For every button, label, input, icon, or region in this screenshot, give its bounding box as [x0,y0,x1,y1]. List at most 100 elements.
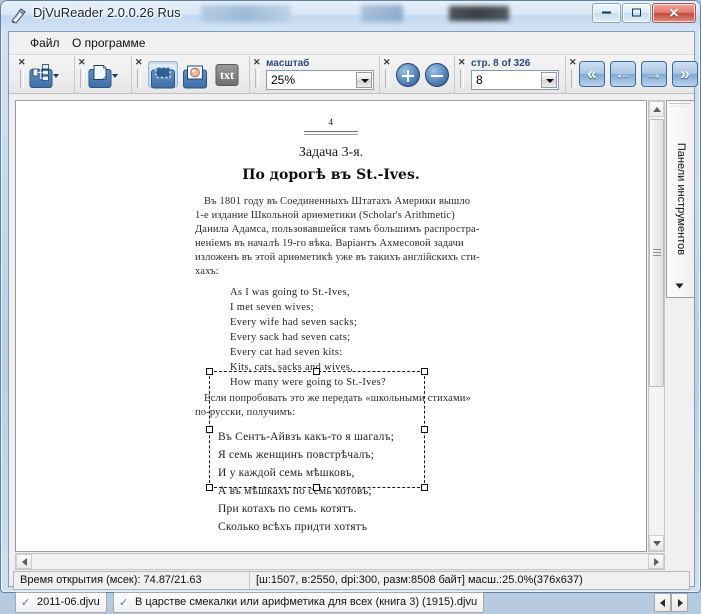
first-page-button[interactable]: « [579,61,605,87]
scroll-right-button[interactable] [648,554,664,569]
image-mode-icon [183,61,207,88]
minimize-icon [593,8,620,19]
document-page[interactable]: 4 Задача 3-я. По дорогѣ въ St.-Ives. Въ … [16,101,646,551]
selection-rectangle[interactable] [206,368,428,491]
zoom-label: масштаб [266,58,310,69]
selection-handle-nw[interactable] [206,368,213,375]
selection-handle-s[interactable] [313,484,320,491]
document-tab-label: В царстве смекалки или арифметика для вс… [135,596,478,608]
status-bar: Время открытия (мсек): 74.87/21.63 [ш:15… [13,571,690,590]
selection-handle-e[interactable] [421,425,428,433]
status-open-time: Время открытия (мсек): 74.87/21.63 [14,572,250,589]
panel-drag-handle[interactable] [669,103,691,107]
window-controls: ✕ [591,3,696,23]
document-tab[interactable]: ✓ 2011-06.djvu [15,592,107,613]
txt-label: txt [220,67,234,82]
intro-line: хахъ: [195,266,219,277]
single-page-icon [88,62,112,88]
page-folio-number: 4 [328,117,334,127]
toolbar-group-page: ✕ стр. 8 of 326 8 [455,56,566,93]
close-icon: ✕ [668,5,680,21]
selection-handle-w[interactable] [206,425,213,433]
zoom-in-button[interactable] [396,63,420,87]
menu-bar: Файл О программе [9,32,694,55]
toolbar-grip[interactable] [137,69,141,88]
next-page-button[interactable]: → [641,61,667,87]
verse-ru-line: При котахъ по семь котятъ. [218,503,357,515]
last-page-button[interactable]: » [672,61,698,87]
toolbar-group-close-icon[interactable]: ✕ [383,58,391,67]
toolbar-group-pageview: ✕ [75,56,132,93]
page-dropdown-button[interactable] [541,72,557,88]
zoom-out-button[interactable] [425,63,449,87]
document-viewport[interactable]: 4 Задача 3-я. По дорогѣ въ St.-Ives. Въ … [15,100,647,552]
selection-handle-se[interactable] [421,484,428,491]
toolbar-group-close-icon[interactable]: ✕ [135,58,143,67]
document-tab[interactable]: ✓ В царстве смекалки или арифметика для … [113,592,485,613]
image-mode-button[interactable] [180,61,210,88]
toolbar-grip[interactable] [571,69,575,88]
page-value[interactable]: 8 [476,73,483,87]
maximize-button[interactable] [622,3,651,23]
single-page-button[interactable] [88,62,122,88]
document-tab-label: 2011-06.djvu [37,596,100,608]
toolbars-panel-tab[interactable]: Панели инструментов [666,100,694,298]
selection-handle-ne[interactable] [421,368,428,375]
intro-line: Данила Адамса, пользовавшейся тамъ больш… [195,224,480,235]
selection-handle-sw[interactable] [206,484,213,491]
toolbar: ✕ ✕ ✕ txt ✕ масштаб 25% ✕ ✕ стр. 8 of 32… [9,55,698,94]
toolbar-grip[interactable] [80,69,84,88]
selection-handle-n[interactable] [313,368,320,375]
scroll-up-button[interactable] [649,101,664,117]
poem-title: По дорогѣ въ St.-Ives. [242,167,420,183]
menu-item-file[interactable]: Файл [23,35,67,52]
chevron-down-icon[interactable] [112,74,118,78]
toolbar-grip[interactable] [460,69,464,88]
vertical-scrollbar[interactable] [648,100,665,552]
zoom-dropdown-button[interactable] [356,72,372,88]
toolbar-group-close-icon[interactable]: ✕ [569,58,577,67]
toolbar-grip[interactable] [255,69,259,88]
minimize-button[interactable] [592,3,621,23]
select-region-button[interactable] [148,61,178,88]
prev-page-button[interactable]: ← [610,61,636,87]
vertical-scroll-thumb[interactable] [649,119,664,387]
select-region-icon [151,61,175,88]
task-title: Задача 3-я. [298,145,364,160]
toolbar-group-layout: ✕ [15,56,75,93]
intro-line: изложенъ въ этой ариѳметикѣ уже въ таких… [195,252,480,263]
scroll-down-button[interactable] [649,535,664,551]
client-area: Файл О программе ✕ ✕ ✕ txt ✕ масштаб 25%… [8,31,698,613]
scroll-thumb-grip-icon [653,249,661,257]
zoom-combo[interactable]: 25% [266,70,374,90]
toolbar-group-close-icon[interactable]: ✕ [18,58,26,67]
application-window: DjVuReader 2.0.0.26 Rus ✕ Файл О програм… [0,0,701,613]
folio-rule-bottom [304,134,358,135]
toolbar-group-close-icon[interactable]: ✕ [78,58,86,67]
title-bar[interactable]: DjVuReader 2.0.0.26 Rus ✕ [1,1,700,30]
chevron-down-icon[interactable] [53,74,59,78]
page-layout-button[interactable] [29,62,63,88]
toolbar-group-close-icon[interactable]: ✕ [253,58,261,67]
toolbar-group-close-icon[interactable]: ✕ [458,58,466,67]
verse-en-line: Every cat had seven kits: [230,347,343,358]
page-combo[interactable]: 8 [471,70,559,90]
horizontal-scrollbar[interactable] [15,553,665,570]
title-blur-artifact-2 [361,5,403,22]
tab-scroll-left-button[interactable] [654,593,671,612]
verse-en-line: I met seven wives; [230,302,314,313]
menu-item-about[interactable]: О программе [65,35,152,52]
scroll-left-button[interactable] [16,554,32,569]
text-mode-button[interactable]: txt [212,61,242,88]
verse-en-line: Every sack had seven cats; [230,332,351,343]
toolbar-grip[interactable] [385,69,389,88]
close-button[interactable]: ✕ [652,3,696,23]
tab-scroll-right-button[interactable] [671,593,688,612]
tab-scroll-buttons [654,593,688,612]
viewport-left-gutter [9,95,14,573]
toolbar-grip[interactable] [20,69,24,88]
toolbar-group-zoomstep: ✕ [380,56,455,93]
toolbars-panel-label: Панели инструментов [674,142,687,256]
chevron-down-icon[interactable] [675,283,683,289]
verse-en-line: Every wife had seven sacks; [230,317,358,328]
